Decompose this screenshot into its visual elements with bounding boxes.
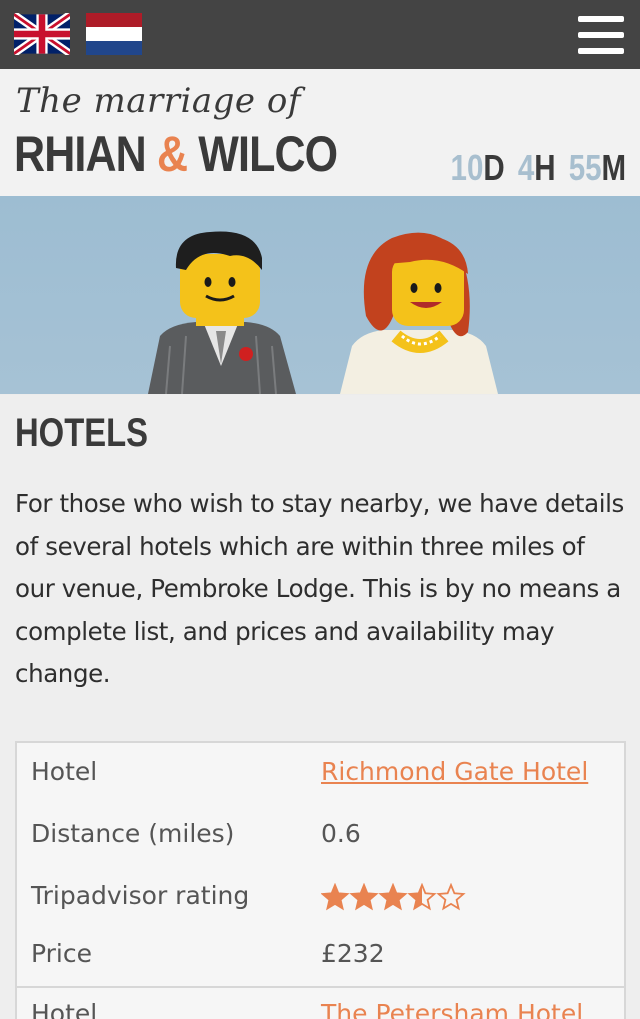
page-title: HOTELS	[15, 411, 149, 455]
hotel-label: Hotel	[31, 757, 98, 786]
countdown-minutes: 55	[568, 147, 602, 188]
site-header: The marriage of RHIAN & WILCO 10D 4H 55M	[0, 69, 640, 196]
table-row: Tripadvisor rating	[17, 881, 624, 925]
countdown-days-unit: D	[483, 147, 505, 188]
price-value: £232	[321, 939, 385, 968]
uk-flag-icon[interactable]	[11, 11, 73, 57]
distance-value: 0.6	[321, 819, 361, 848]
rating-label: Tripadvisor rating	[31, 881, 250, 910]
couple-names[interactable]: RHIAN & WILCO	[14, 125, 338, 183]
hotel-link[interactable]: Richmond Gate Hotel	[321, 757, 588, 786]
countdown-timer: 10D 4H 55M	[450, 147, 626, 189]
name-one: RHIAN	[14, 126, 147, 182]
star-icon	[378, 883, 408, 911]
bride-figure	[340, 232, 498, 394]
table-row: Hotel Richmond Gate Hotel	[17, 757, 624, 801]
table-row: Distance (miles) 0.6	[17, 819, 624, 863]
intro-paragraph: For those who wish to stay nearby, we ha…	[15, 489, 624, 688]
hamburger-menu-icon[interactable]	[578, 16, 624, 54]
hotel-link[interactable]: The Petersham Hotel	[321, 999, 583, 1019]
countdown-minutes-unit: M	[601, 147, 626, 188]
ampersand: &	[156, 126, 188, 182]
hotel-table: Hotel Richmond Gate Hotel Distance (mile…	[15, 741, 626, 1019]
star-icon	[321, 883, 350, 911]
hotel-label: Hotel	[31, 999, 98, 1019]
script-title: The marriage of	[16, 81, 301, 121]
countdown-days: 10	[450, 147, 484, 188]
groom-figure	[148, 231, 296, 394]
banner-image	[0, 196, 640, 394]
table-row: Price £232	[17, 939, 624, 983]
distance-label: Distance (miles)	[31, 819, 235, 848]
star-icon	[407, 883, 437, 911]
countdown-hours-unit: H	[534, 147, 556, 188]
top-navigation-bar	[0, 0, 640, 69]
nl-flag-icon[interactable]	[86, 13, 142, 55]
name-two: WILCO	[198, 126, 338, 182]
row-divider	[17, 986, 624, 988]
star-rating	[321, 883, 466, 911]
table-row: Hotel The Petersham Hotel	[17, 999, 624, 1019]
star-icon	[349, 883, 379, 911]
countdown-hours: 4	[517, 147, 535, 188]
price-label: Price	[31, 939, 92, 968]
star-icon	[436, 883, 466, 911]
main-content: HOTELS For those who wish to stay nearby…	[0, 395, 640, 1019]
